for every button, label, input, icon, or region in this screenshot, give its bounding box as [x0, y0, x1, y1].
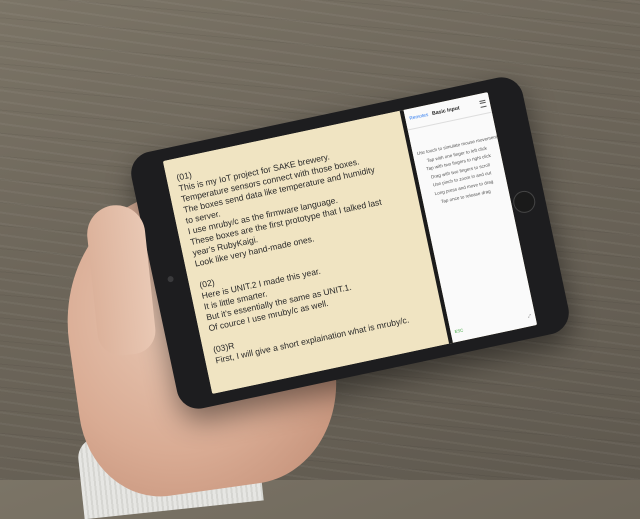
esc-button[interactable]: ESC	[454, 327, 463, 334]
back-button[interactable]: Remotes	[409, 112, 429, 121]
nav-title: Basic Input	[431, 105, 461, 118]
bottom-bar: ESC ⤢	[454, 313, 531, 334]
home-button[interactable]	[511, 188, 538, 215]
notes-document[interactable]: (01) This is my IoT project for SAKE brew…	[162, 110, 450, 394]
expand-icon[interactable]: ⤢	[527, 313, 531, 319]
front-camera	[167, 275, 175, 283]
menu-icon[interactable]	[479, 99, 487, 108]
instructions-list: Use touch to simulate mouse movement Tap …	[408, 113, 508, 208]
tablet-screen: (01) This is my IoT project for SAKE brew…	[162, 92, 538, 394]
